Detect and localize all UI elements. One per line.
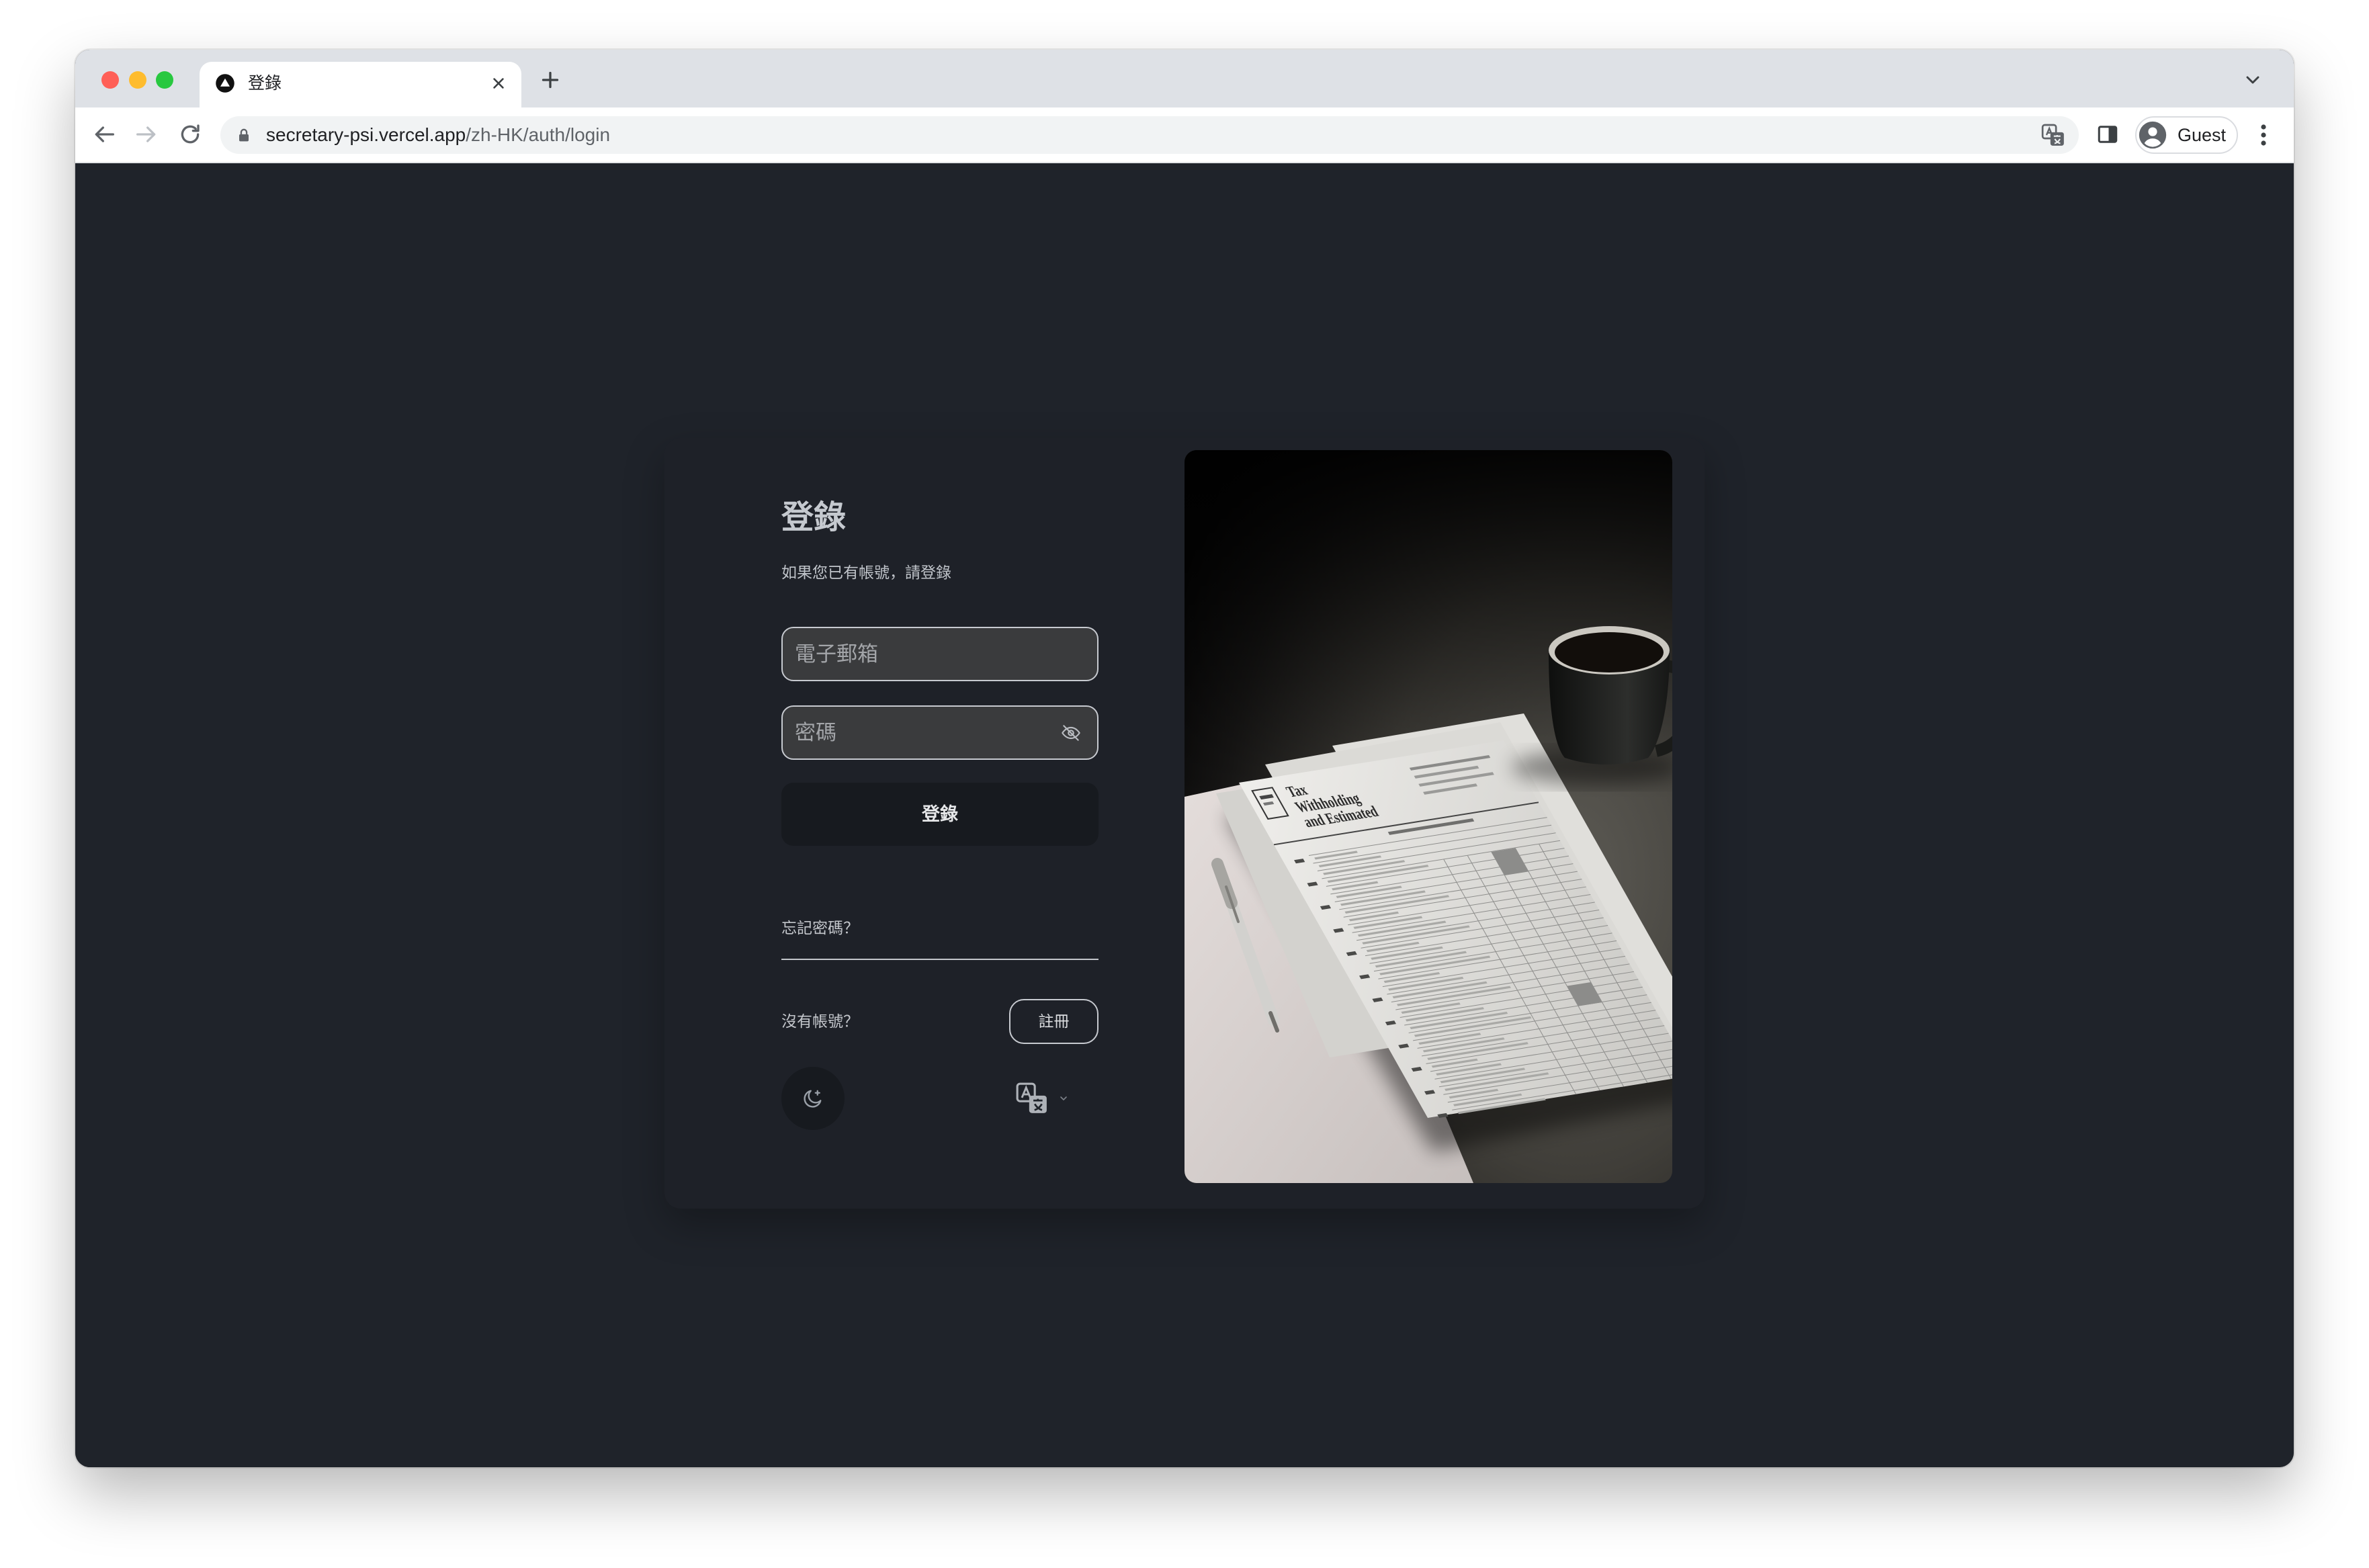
- chevron-down-icon: [1060, 1096, 1067, 1100]
- window-zoom-button[interactable]: [156, 71, 173, 89]
- browser-tab[interactable]: 登錄: [200, 62, 521, 107]
- arrow-right-icon[interactable]: [133, 121, 160, 148]
- url-text[interactable]: secretary-psi.vercel.app/zh-HK/auth/logi…: [266, 116, 610, 154]
- language-switcher[interactable]: [1013, 1080, 1076, 1117]
- window-close-button[interactable]: [101, 71, 119, 89]
- profile-label: Guest: [2178, 125, 2227, 145]
- moon-icon: [804, 1090, 822, 1108]
- arrow-left-icon[interactable]: [91, 121, 118, 148]
- translate-icon: [1016, 1082, 1047, 1113]
- profile-chip[interactable]: Guest: [2135, 116, 2238, 154]
- reload-icon[interactable]: [177, 121, 204, 148]
- login-button[interactable]: 登錄: [781, 783, 1099, 846]
- lock-icon[interactable]: [234, 126, 253, 144]
- theme-toggle-button[interactable]: [781, 1067, 845, 1130]
- hero-photo: Tax Withholding and Estimated: [1184, 450, 1672, 1183]
- triangle-logo-icon: [216, 74, 234, 93]
- forgot-password-link[interactable]: 忘記密碼？: [781, 918, 859, 938]
- tax-forms-photo: Tax Withholding and Estimated: [1184, 450, 1672, 1183]
- browser-window: 登錄 secretary-psi.vercel.app/zh-HK/auth/l…: [75, 50, 2294, 1467]
- email-field[interactable]: [781, 627, 1099, 681]
- side-panel-icon[interactable]: [2096, 122, 2120, 146]
- close-icon[interactable]: [489, 74, 508, 93]
- eye-off-icon[interactable]: [1060, 722, 1082, 744]
- avatar-icon: [2139, 121, 2167, 149]
- url-path: /zh-HK/auth/login: [466, 124, 611, 145]
- kebab-menu-icon[interactable]: [2254, 122, 2273, 148]
- browser-toolbar: secretary-psi.vercel.app/zh-HK/auth/logi…: [75, 107, 2294, 163]
- no-account-label: 沒有帳號？: [781, 1012, 859, 1030]
- window-minimize-button[interactable]: [129, 71, 146, 89]
- tab-title: 登錄: [248, 74, 282, 93]
- translate-page-icon[interactable]: [2040, 122, 2067, 148]
- page-subtitle: 如果您已有帳號，請登錄: [781, 564, 951, 581]
- url-host: secretary-psi.vercel.app: [266, 124, 466, 145]
- page-content: 登錄 如果您已有帳號，請登錄 登錄 忘記密碼？ 沒有帳號？ 註冊: [75, 163, 2294, 1467]
- password-field[interactable]: [781, 705, 1099, 760]
- register-button[interactable]: 註冊: [1009, 999, 1099, 1044]
- page-title: 登錄: [781, 500, 847, 535]
- tab-strip: 登錄: [75, 50, 2294, 107]
- address-bar[interactable]: secretary-psi.vercel.app/zh-HK/auth/logi…: [220, 116, 2079, 154]
- divider: [781, 959, 1099, 960]
- plus-icon[interactable]: [538, 68, 562, 92]
- chevron-down-icon[interactable]: [2242, 69, 2264, 91]
